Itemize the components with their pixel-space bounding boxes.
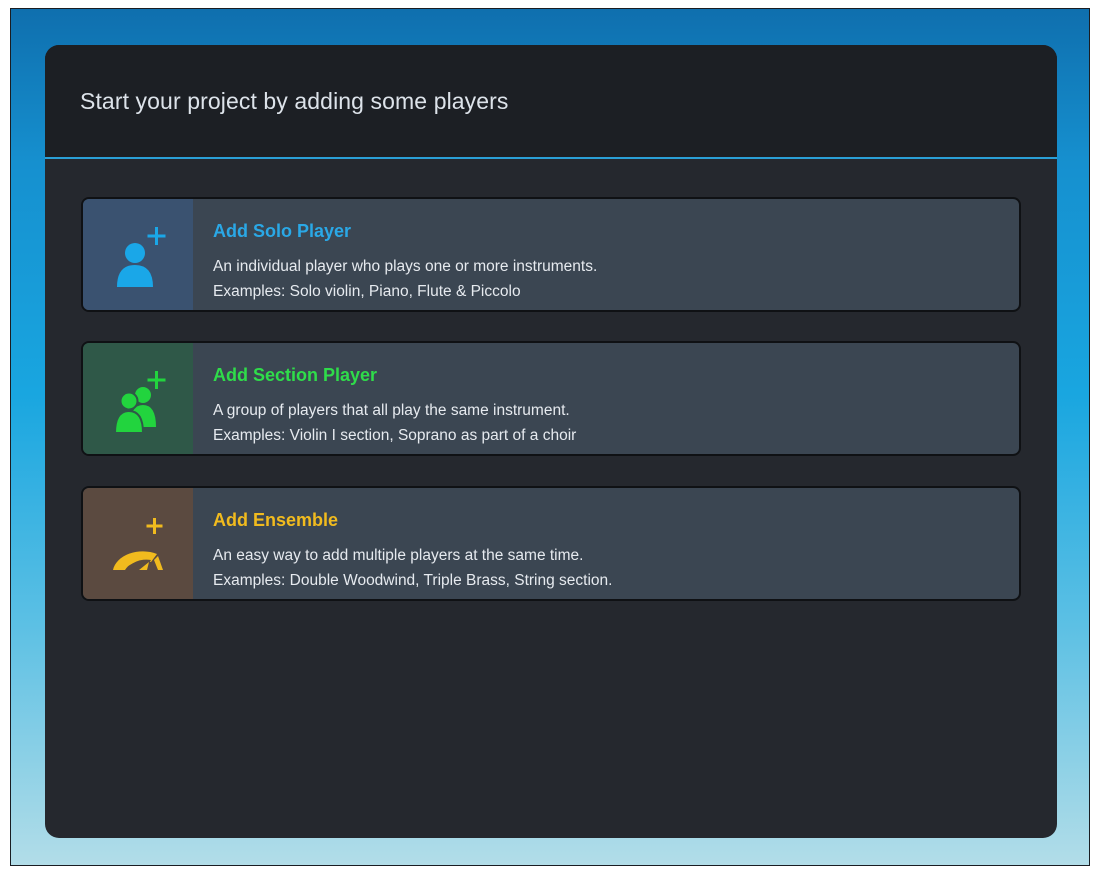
add-section-player-icon <box>113 371 166 433</box>
option-examples: Examples: Double Woodwind, Triple Brass,… <box>213 572 613 589</box>
option-title: Add Solo Player <box>213 221 352 241</box>
ensemble-icon-box <box>83 488 193 599</box>
option-description: An easy way to add multiple players at t… <box>213 547 584 564</box>
option-description: An individual player who plays one or mo… <box>213 258 598 275</box>
add-section-player-button[interactable]: Add Section Player A group of players th… <box>81 341 1021 456</box>
window-frame: Start your project by adding some player… <box>10 8 1090 866</box>
add-ensemble-icon <box>113 518 163 570</box>
dialog-header: Start your project by adding some player… <box>45 45 1057 159</box>
add-players-dialog: Start your project by adding some player… <box>45 45 1057 838</box>
add-solo-player-button[interactable]: Add Solo Player An individual player who… <box>81 197 1021 312</box>
option-title: Add Ensemble <box>213 510 339 530</box>
add-ensemble-button[interactable]: Add Ensemble An easy way to add multiple… <box>81 486 1021 601</box>
option-examples: Examples: Solo violin, Piano, Flute & Pi… <box>213 283 521 300</box>
option-description: A group of players that all play the sam… <box>213 402 570 419</box>
section-icon-box <box>83 343 193 454</box>
add-solo-player-icon <box>117 227 166 287</box>
dialog-title: Start your project by adding some player… <box>80 88 509 114</box>
option-examples: Examples: Violin I section, Soprano as p… <box>213 427 577 444</box>
solo-icon-box <box>83 199 193 310</box>
option-title: Add Section Player <box>213 365 378 385</box>
